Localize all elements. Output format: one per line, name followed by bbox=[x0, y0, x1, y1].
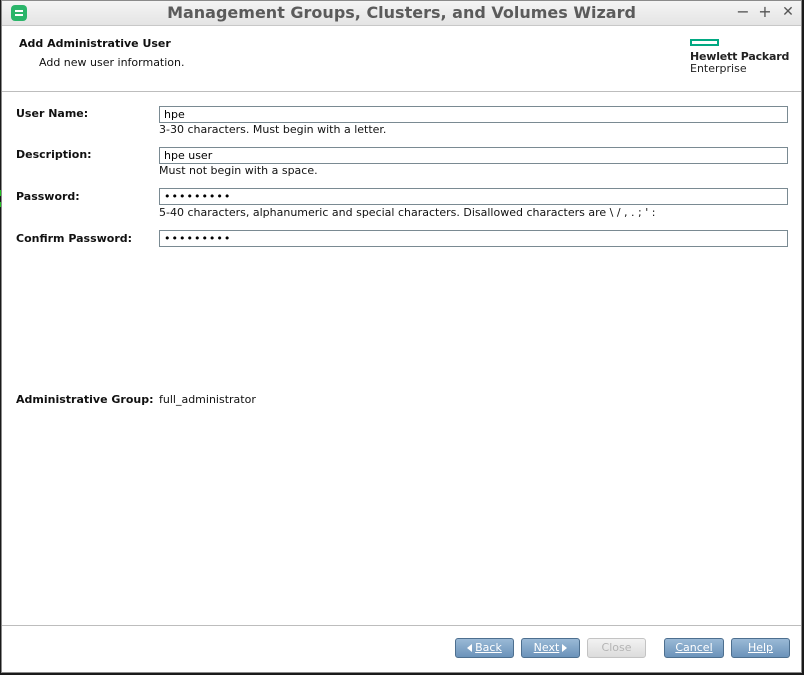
window-title: Management Groups, Clusters, and Volumes… bbox=[167, 3, 636, 22]
page-title: Add Administrative User bbox=[19, 37, 171, 50]
cancel-button-label: Cancel bbox=[675, 641, 713, 654]
help-button-label: Help bbox=[747, 641, 774, 654]
admin-group-label: Administrative Group: bbox=[16, 393, 154, 406]
description-hint: Must not begin with a space. bbox=[159, 164, 318, 177]
page-subtitle: Add new user information. bbox=[39, 56, 185, 69]
description-input[interactable] bbox=[159, 147, 788, 164]
title-bar: Management Groups, Clusters, and Volumes… bbox=[2, 1, 801, 26]
hpe-logo: Hewlett Packard Enterprise bbox=[690, 39, 789, 75]
footer-divider bbox=[2, 625, 801, 626]
arrow-right-icon bbox=[562, 644, 568, 652]
user-name-hint: 3-30 characters. Must begin with a lette… bbox=[159, 123, 387, 136]
confirm-password-label: Confirm Password: bbox=[16, 232, 133, 245]
cancel-button[interactable]: Cancel bbox=[664, 638, 724, 658]
admin-group-value: full_administrator bbox=[159, 393, 256, 406]
user-name-label: User Name: bbox=[16, 107, 89, 120]
close-button[interactable]: Close bbox=[587, 638, 646, 658]
close-button-label: Close bbox=[601, 641, 632, 654]
password-hint: 5-40 characters, alphanumeric and specia… bbox=[159, 206, 656, 219]
confirm-password-input[interactable] bbox=[159, 230, 788, 247]
hpe-logo-rectangle-icon bbox=[690, 39, 719, 46]
back-button[interactable]: Back bbox=[455, 638, 514, 658]
wizard-header: Add Administrative User Add new user inf… bbox=[2, 26, 801, 92]
description-label: Description: bbox=[16, 148, 92, 161]
next-button[interactable]: Next bbox=[521, 638, 580, 658]
back-button-label: Back bbox=[475, 641, 502, 654]
next-button-label: Next bbox=[533, 641, 560, 654]
logo-text-line2: Enterprise bbox=[690, 62, 747, 75]
password-input[interactable] bbox=[159, 188, 788, 205]
user-name-input[interactable] bbox=[159, 106, 788, 123]
help-button[interactable]: Help bbox=[731, 638, 790, 658]
maximize-button[interactable]: + bbox=[756, 3, 774, 21]
arrow-left-icon bbox=[467, 644, 473, 652]
minimize-button[interactable]: − bbox=[734, 3, 752, 21]
wizard-window: Management Groups, Clusters, and Volumes… bbox=[1, 0, 802, 673]
password-label: Password: bbox=[16, 190, 80, 203]
close-window-button[interactable]: ✕ bbox=[779, 3, 797, 21]
